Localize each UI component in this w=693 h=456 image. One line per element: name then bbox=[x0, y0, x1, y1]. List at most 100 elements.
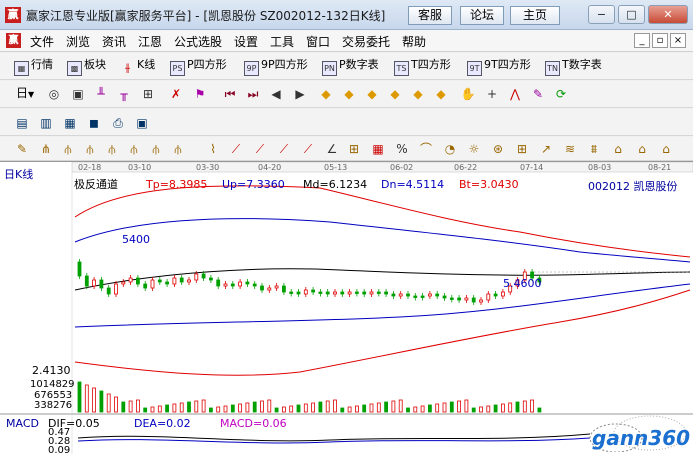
fork-icon[interactable]: ⫛ bbox=[60, 141, 76, 157]
kline-chart[interactable]: 02-18 03-10 03-30 04-20 05-13 06-02 06-22 07-14… bbox=[0, 162, 693, 454]
menu-window[interactable]: 窗口 bbox=[306, 33, 330, 50]
hand-icon[interactable]: ✋ bbox=[460, 86, 476, 102]
diamond-down-icon[interactable]: ◆ bbox=[341, 86, 357, 102]
zoom-icon[interactable]: ◎ bbox=[46, 86, 62, 102]
quotes-button[interactable]: ▦ 行情 bbox=[14, 56, 53, 76]
menu-formula-screen[interactable]: 公式选股 bbox=[174, 33, 222, 50]
pencil-icon[interactable]: ✎ bbox=[14, 141, 30, 157]
diamond-up-icon[interactable]: ◆ bbox=[318, 86, 334, 102]
volume-bar bbox=[427, 404, 432, 413]
mdi-minimize-button[interactable]: _ bbox=[634, 33, 650, 48]
volume-bar bbox=[289, 405, 294, 413]
period-selector[interactable]: 日▼ bbox=[16, 84, 34, 102]
mdi-restore-button[interactable]: ▫ bbox=[652, 33, 668, 48]
spiral-icon[interactable]: ⊛ bbox=[490, 141, 506, 157]
9t-square-button[interactable]: 9T 9T四方形 bbox=[467, 56, 531, 76]
sectors-button[interactable]: ▩ 板块 bbox=[67, 56, 106, 76]
fork6-icon[interactable]: ⫛ bbox=[170, 141, 186, 157]
fork5-icon[interactable]: ⫛ bbox=[148, 141, 164, 157]
kline-button[interactable]: ╫ K线 bbox=[120, 56, 155, 74]
next-icon[interactable]: ▶ bbox=[292, 86, 308, 102]
maximize-button[interactable]: □ bbox=[618, 5, 645, 24]
menu-browse[interactable]: 浏览 bbox=[66, 33, 90, 50]
diamond-reset-icon[interactable]: ◆ bbox=[433, 86, 449, 102]
line-tool-icon[interactable]: ⋀ bbox=[507, 86, 523, 102]
title-bar[interactable]: 赢 赢家江恩专业版[赢家服务平台] - [凯恩股份 SZ002012-132日K… bbox=[0, 0, 693, 30]
menu-gann[interactable]: 江恩 bbox=[138, 33, 162, 50]
bus-icon[interactable]: ▣ bbox=[134, 115, 150, 131]
gann-fan-icon[interactable]: ⟋ bbox=[228, 141, 244, 157]
p-square-button[interactable]: PS P四方形 bbox=[170, 56, 227, 76]
arrow-icon[interactable]: ↗ bbox=[538, 141, 554, 157]
p-table-button[interactable]: PN P数字表 bbox=[322, 56, 379, 76]
flag-icon[interactable]: ⚑ bbox=[192, 86, 208, 102]
bar-alt-icon[interactable]: ╥ bbox=[116, 86, 132, 102]
9p-square-button[interactable]: 9P 9P四方形 bbox=[244, 56, 308, 76]
volume-bar bbox=[376, 402, 381, 413]
t-table-button[interactable]: TN T数字表 bbox=[545, 56, 602, 76]
sun-icon[interactable]: ☼ bbox=[466, 141, 482, 157]
chart-area[interactable]: 02-18 03-10 03-30 04-20 05-13 06-02 06-22 07-14… bbox=[0, 161, 693, 456]
calendar-icon[interactable]: ▤ bbox=[14, 115, 30, 131]
param-md: Md=6.1234 bbox=[303, 178, 368, 191]
candle-body bbox=[420, 295, 425, 298]
house3-icon[interactable]: ⌂ bbox=[658, 141, 674, 157]
volume-bar bbox=[347, 406, 352, 413]
volume-bar bbox=[486, 405, 491, 413]
text-tool-icon[interactable]: ✎ bbox=[530, 86, 546, 102]
diamond-right-icon[interactable]: ◆ bbox=[387, 86, 403, 102]
volume-bar bbox=[267, 399, 272, 413]
grid-tool-icon[interactable]: ▦ bbox=[370, 141, 386, 157]
arcs-icon[interactable]: ◔ bbox=[442, 141, 458, 157]
calculator-icon[interactable]: ▥ bbox=[38, 115, 54, 131]
save-icon[interactable]: ◼ bbox=[86, 115, 102, 131]
diamond-zoom-icon[interactable]: ◆ bbox=[410, 86, 426, 102]
arc-icon[interactable]: ⌒ bbox=[418, 141, 434, 157]
menu-tools[interactable]: 工具 bbox=[270, 33, 294, 50]
volume-bar bbox=[537, 407, 542, 413]
stairs-icon[interactable]: ⩩ bbox=[586, 141, 602, 157]
customer-service-button[interactable]: 客服 bbox=[408, 6, 452, 25]
menu-news[interactable]: 资讯 bbox=[102, 33, 126, 50]
first-icon[interactable]: ⏮ bbox=[222, 86, 238, 102]
menu-trade[interactable]: 交易委托 bbox=[342, 33, 390, 50]
t-square-button[interactable]: TS T四方形 bbox=[394, 56, 451, 76]
house-icon[interactable]: ⌂ bbox=[610, 141, 626, 157]
zigzag-icon[interactable]: ≋ bbox=[562, 141, 578, 157]
minimize-button[interactable]: − bbox=[588, 5, 615, 24]
home-button[interactable]: 主页 bbox=[510, 6, 560, 25]
fork2-icon[interactable]: ⫛ bbox=[82, 141, 98, 157]
candle-body bbox=[179, 277, 184, 283]
house2-icon[interactable]: ⌂ bbox=[634, 141, 650, 157]
print-icon[interactable]: ⎙ bbox=[110, 115, 126, 131]
fork4-icon[interactable]: ⫛ bbox=[126, 141, 142, 157]
fan-icon[interactable]: ⋔ bbox=[38, 141, 54, 157]
bar-icon[interactable]: ╨ bbox=[93, 86, 109, 102]
mdi-close-button[interactable]: × bbox=[670, 33, 686, 48]
percent-icon[interactable]: % bbox=[394, 141, 410, 157]
candle-icon[interactable]: ⊞ bbox=[140, 86, 156, 102]
square-nine-icon[interactable]: ⊞ bbox=[514, 141, 530, 157]
gann-fan4-icon[interactable]: ⟋ bbox=[300, 141, 316, 157]
volume-bar bbox=[157, 405, 162, 413]
candle-body bbox=[376, 291, 381, 294]
refresh-icon[interactable]: ⟳ bbox=[553, 86, 569, 102]
menu-file[interactable]: 文件 bbox=[30, 33, 54, 50]
close-button[interactable]: ✕ bbox=[648, 5, 688, 24]
menu-settings[interactable]: 设置 bbox=[234, 33, 258, 50]
diamond-left-icon[interactable]: ◆ bbox=[364, 86, 380, 102]
box-icon[interactable]: ⊞ bbox=[346, 141, 362, 157]
last-icon[interactable]: ⏭ bbox=[245, 86, 261, 102]
menu-help[interactable]: 帮助 bbox=[402, 33, 426, 50]
angle-icon[interactable]: ∠ bbox=[324, 141, 340, 157]
forum-button[interactable]: 论坛 bbox=[460, 6, 504, 25]
chart-type-icon[interactable]: ▣ bbox=[70, 86, 86, 102]
fork3-icon[interactable]: ⫛ bbox=[104, 141, 120, 157]
table-icon[interactable]: ▦ bbox=[62, 115, 78, 131]
cycle-icon[interactable]: ⌇ bbox=[205, 141, 221, 157]
crosshair-icon[interactable]: + bbox=[484, 86, 500, 102]
cross-icon[interactable]: ✗ bbox=[168, 86, 184, 102]
prev-icon[interactable]: ◀ bbox=[268, 86, 284, 102]
gann-fan3-icon[interactable]: ⟋ bbox=[276, 141, 292, 157]
gann-fan2-icon[interactable]: ⟋ bbox=[252, 141, 268, 157]
